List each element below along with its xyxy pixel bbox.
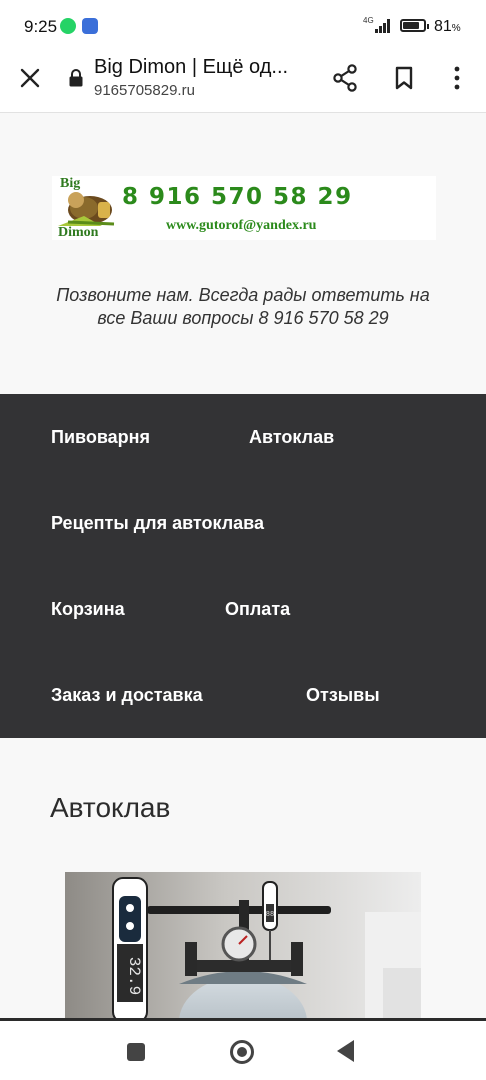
network-type: 4G bbox=[363, 16, 374, 25]
battery-value: 81 bbox=[434, 18, 452, 35]
system-nav-bar bbox=[0, 1018, 486, 1080]
battery-percent: 81% bbox=[434, 18, 461, 36]
back-icon[interactable] bbox=[337, 1040, 354, 1062]
nav-item-brewery[interactable]: Пивоварня bbox=[51, 427, 150, 448]
thermometer-left-readout: 32.9 bbox=[125, 957, 143, 995]
logo-word-dimon: Dimon bbox=[58, 225, 99, 240]
battery-unit: % bbox=[451, 23, 461, 34]
logo-phone: 8 916 570 58 29 bbox=[122, 184, 353, 210]
thermometer-right-readout: 88 bbox=[266, 911, 274, 919]
status-bar: 9:25 4G 81% bbox=[0, 0, 486, 52]
more-vert-icon[interactable] bbox=[450, 66, 464, 90]
status-time: 9:25 bbox=[24, 17, 58, 36]
home-icon[interactable] bbox=[230, 1040, 254, 1064]
whatsapp-icon bbox=[60, 18, 76, 34]
autoclave-photo-drawing: 32.9 88 bbox=[65, 872, 421, 1022]
page-domain[interactable]: 9165705829.ru bbox=[94, 82, 195, 99]
nav-item-delivery[interactable]: Заказ и доставка bbox=[51, 685, 203, 706]
section-heading: Автоклав bbox=[50, 792, 171, 823]
nav-item-payment[interactable]: Оплата bbox=[225, 599, 290, 620]
browser-toolbar: Big Dimon | Ещё од... 9165705829.ru bbox=[0, 52, 486, 113]
logo-email: www.gutorof@yandex.ru bbox=[166, 218, 317, 233]
close-icon[interactable] bbox=[18, 66, 42, 90]
signal-icon bbox=[375, 19, 393, 33]
app-notification-icon bbox=[82, 18, 98, 34]
nav-item-cart[interactable]: Корзина bbox=[51, 599, 125, 620]
share-icon[interactable] bbox=[332, 64, 358, 92]
page-title[interactable]: Big Dimon | Ещё од... bbox=[94, 56, 306, 79]
nav-item-reviews[interactable]: Отзывы bbox=[306, 685, 380, 706]
battery-icon bbox=[400, 19, 429, 32]
main-nav: Пивоварня Автоклав Рецепты для автоклава… bbox=[0, 394, 486, 738]
bookmark-icon[interactable] bbox=[394, 66, 414, 90]
battery-level bbox=[403, 22, 419, 29]
nav-item-autoclave[interactable]: Автоклав bbox=[249, 427, 334, 448]
autoclave-photo[interactable]: 32.9 88 bbox=[65, 872, 421, 1022]
mascot-illustration bbox=[58, 192, 115, 226]
site-logo-banner[interactable]: Big Dimon 8 916 570 58 29 www.gutorof@ya… bbox=[52, 176, 436, 240]
recents-icon[interactable] bbox=[127, 1043, 145, 1061]
nav-item-recipes[interactable]: Рецепты для автоклава bbox=[51, 513, 264, 534]
lock-icon bbox=[69, 69, 83, 87]
intro-text: Позвоните нам. Всегда рады ответить на в… bbox=[56, 285, 430, 328]
